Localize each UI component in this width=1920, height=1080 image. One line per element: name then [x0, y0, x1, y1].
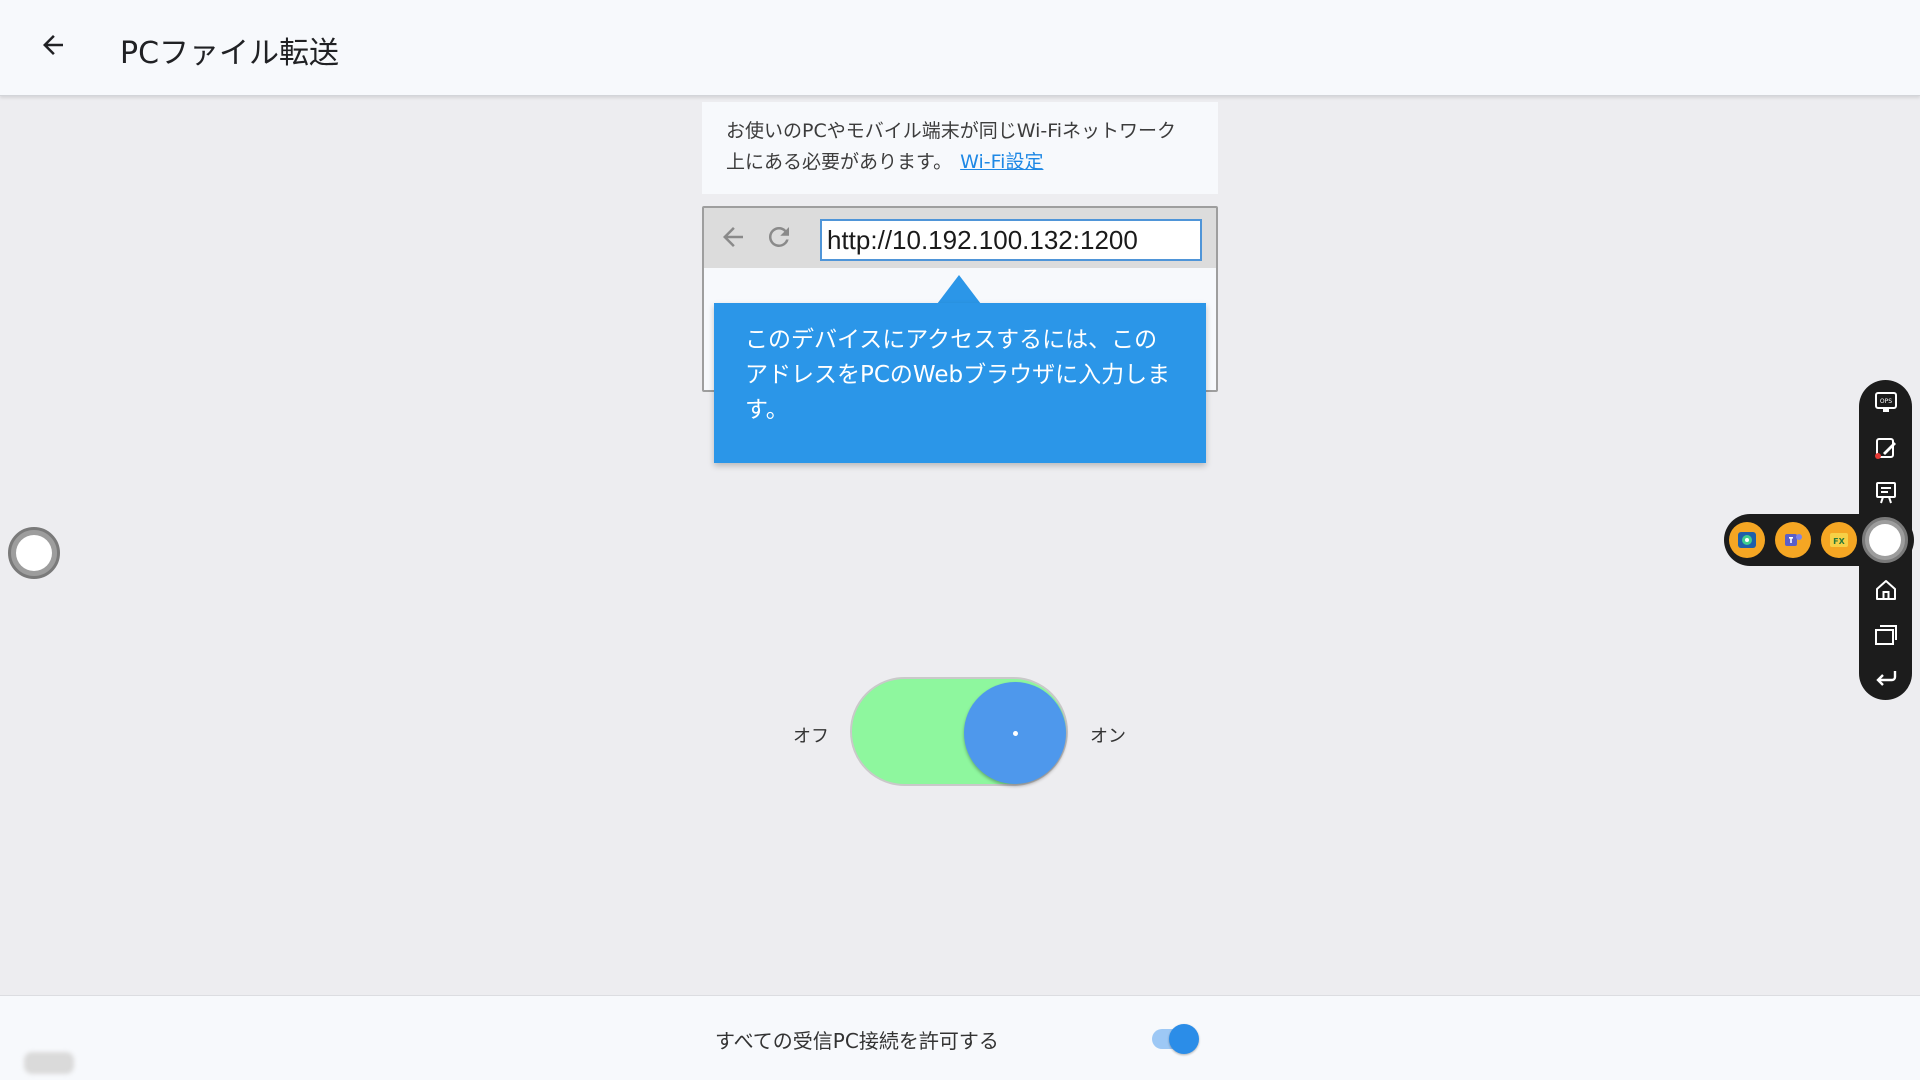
whiteboard-icon[interactable]: [1871, 478, 1901, 508]
dock-center-button[interactable]: [1862, 517, 1908, 563]
knob-dot: [1012, 730, 1018, 736]
top-app-bar: PCファイル転送: [0, 0, 1920, 96]
browser-app-glyph: [1738, 532, 1756, 548]
ops-label: OPS: [1880, 398, 1892, 405]
return-icon[interactable]: [1871, 663, 1901, 693]
ops-icon[interactable]: OPS: [1871, 388, 1901, 418]
back-button[interactable]: [30, 22, 76, 68]
switch-knob: [964, 682, 1066, 784]
app-browser-icon[interactable]: [1729, 522, 1765, 558]
blurred-watermark: [24, 1052, 74, 1074]
floating-menu-button[interactable]: [8, 527, 60, 579]
network-requirement-text: お使いのPCやモバイル端末が同じWi-Fiネットワーク上にある必要があります。: [726, 120, 1177, 173]
address-tooltip: このデバイスにアクセスするには、このアドレスをPCのWebブラウザに入力します。: [714, 303, 1206, 463]
reload-icon: [768, 226, 789, 247]
arrow-left-icon: [43, 35, 63, 55]
dock-center-inner: [1869, 524, 1901, 556]
app-teams-icon[interactable]: [1775, 522, 1811, 558]
home-icon[interactable]: [1871, 575, 1901, 605]
teams-app-glyph: [1785, 534, 1802, 546]
network-info-card: お使いのPCやモバイル端末が同じWi-Fiネットワーク上にある必要があります。 W…: [702, 102, 1218, 194]
toggle-knob: [1169, 1024, 1199, 1054]
annotate-icon[interactable]: [1871, 433, 1901, 463]
arrow-left-icon: [723, 227, 743, 247]
app-files-icon[interactable]: FX: [1821, 522, 1857, 558]
files-app-glyph: FX: [1830, 533, 1848, 547]
allow-connections-toggle[interactable]: [1152, 1024, 1200, 1054]
tooltip-arrow: [937, 275, 981, 304]
page-title: PCファイル転送: [120, 36, 340, 71]
floating-menu-inner: [16, 535, 52, 571]
files-app-label: FX: [1833, 537, 1845, 546]
browser-toolbar: http://10.192.100.132:1200: [704, 208, 1216, 268]
switch-off-label: オフ: [793, 726, 829, 747]
url-field: http://10.192.100.132:1200: [820, 219, 1202, 261]
wifi-settings-link[interactable]: Wi-Fi設定: [960, 151, 1043, 173]
file-transfer-switch[interactable]: [850, 677, 1068, 786]
switch-on-label: オン: [1090, 726, 1126, 747]
windows-icon[interactable]: [1871, 620, 1901, 650]
allow-connections-label: すべての受信PC接続を許可する: [715, 1029, 999, 1053]
